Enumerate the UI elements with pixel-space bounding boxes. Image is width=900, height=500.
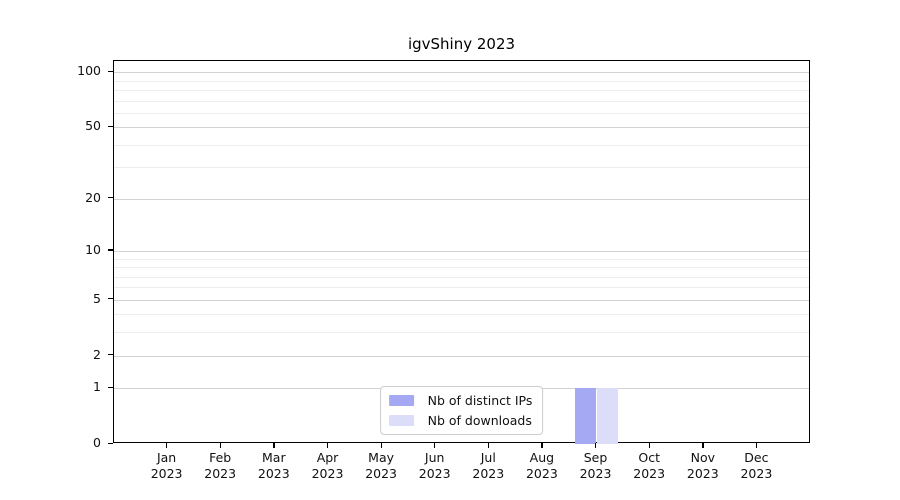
y-tick-5 [108,298,113,299]
x-tick-mar-2023 [273,443,274,448]
x-tick-may-2023 [381,443,382,448]
legend-entry-0: Nb of distinct IPs [389,393,533,408]
gridline-major-20 [114,199,809,200]
x-tick-oct-2023 [649,443,650,448]
x-tick-sep-2023 [595,443,596,448]
y-tick-label-5: 5 [61,291,101,307]
x-tick-jan-2023 [166,443,167,448]
chart-title: igvShiny 2023 [113,35,810,53]
gridline-minor-7 [114,277,809,278]
gridline-minor-40 [114,145,809,146]
gridline-major-50 [114,127,809,128]
x-tick-jul-2023 [488,443,489,448]
y-tick-1 [108,387,113,388]
x-tick-aug-2023 [541,443,542,448]
y-tick-label-50: 50 [61,118,101,134]
gridline-minor-70 [114,101,809,102]
y-tick-label-1: 1 [61,379,101,395]
y-tick-100 [108,71,113,72]
gridline-minor-90 [114,81,809,82]
gridline-major-5 [114,300,809,301]
x-tick-nov-2023 [702,443,703,448]
y-tick-2 [108,354,113,355]
gridline-minor-9 [114,259,809,260]
legend-swatch-1 [389,415,414,426]
legend-entry-1: Nb of downloads [389,413,533,428]
y-tick-20 [108,197,113,198]
gridline-minor-8 [114,267,809,268]
legend-swatch-0 [389,395,414,406]
gridline-major-100 [114,72,809,73]
x-tick-dec-2023 [756,443,757,448]
bar-nb-of-distinct-ips-sep-2023 [575,388,596,444]
y-tick-label-0: 0 [61,435,101,451]
y-tick-label-20: 20 [61,190,101,206]
x-tick-label-dec-2023: Dec2023 [716,450,796,482]
x-tick-feb-2023 [220,443,221,448]
gridline-minor-4 [114,314,809,315]
legend: Nb of distinct IPs Nb of downloads [380,386,544,435]
x-tick-apr-2023 [327,443,328,448]
legend-label-1: Nb of downloads [428,413,532,428]
gridline-major-10 [114,251,809,252]
y-tick-label-100: 100 [61,63,101,79]
y-tick-label-2: 2 [61,347,101,363]
y-tick-label-10: 10 [61,242,101,258]
gridline-minor-60 [114,113,809,114]
x-tick-jun-2023 [434,443,435,448]
y-tick-10 [108,249,113,250]
y-tick-0 [108,443,113,444]
y-tick-50 [108,126,113,127]
gridline-minor-3 [114,332,809,333]
plot-area: Nb of distinct IPs Nb of downloads [113,60,810,443]
gridline-major-2 [114,356,809,357]
figure: igvShiny 2023 Nb of distinct IPs Nb of do… [0,0,900,500]
gridline-minor-80 [114,90,809,91]
bar-nb-of-downloads-sep-2023 [597,388,618,444]
legend-label-0: Nb of distinct IPs [428,393,533,408]
gridline-minor-30 [114,167,809,168]
gridline-minor-6 [114,287,809,288]
